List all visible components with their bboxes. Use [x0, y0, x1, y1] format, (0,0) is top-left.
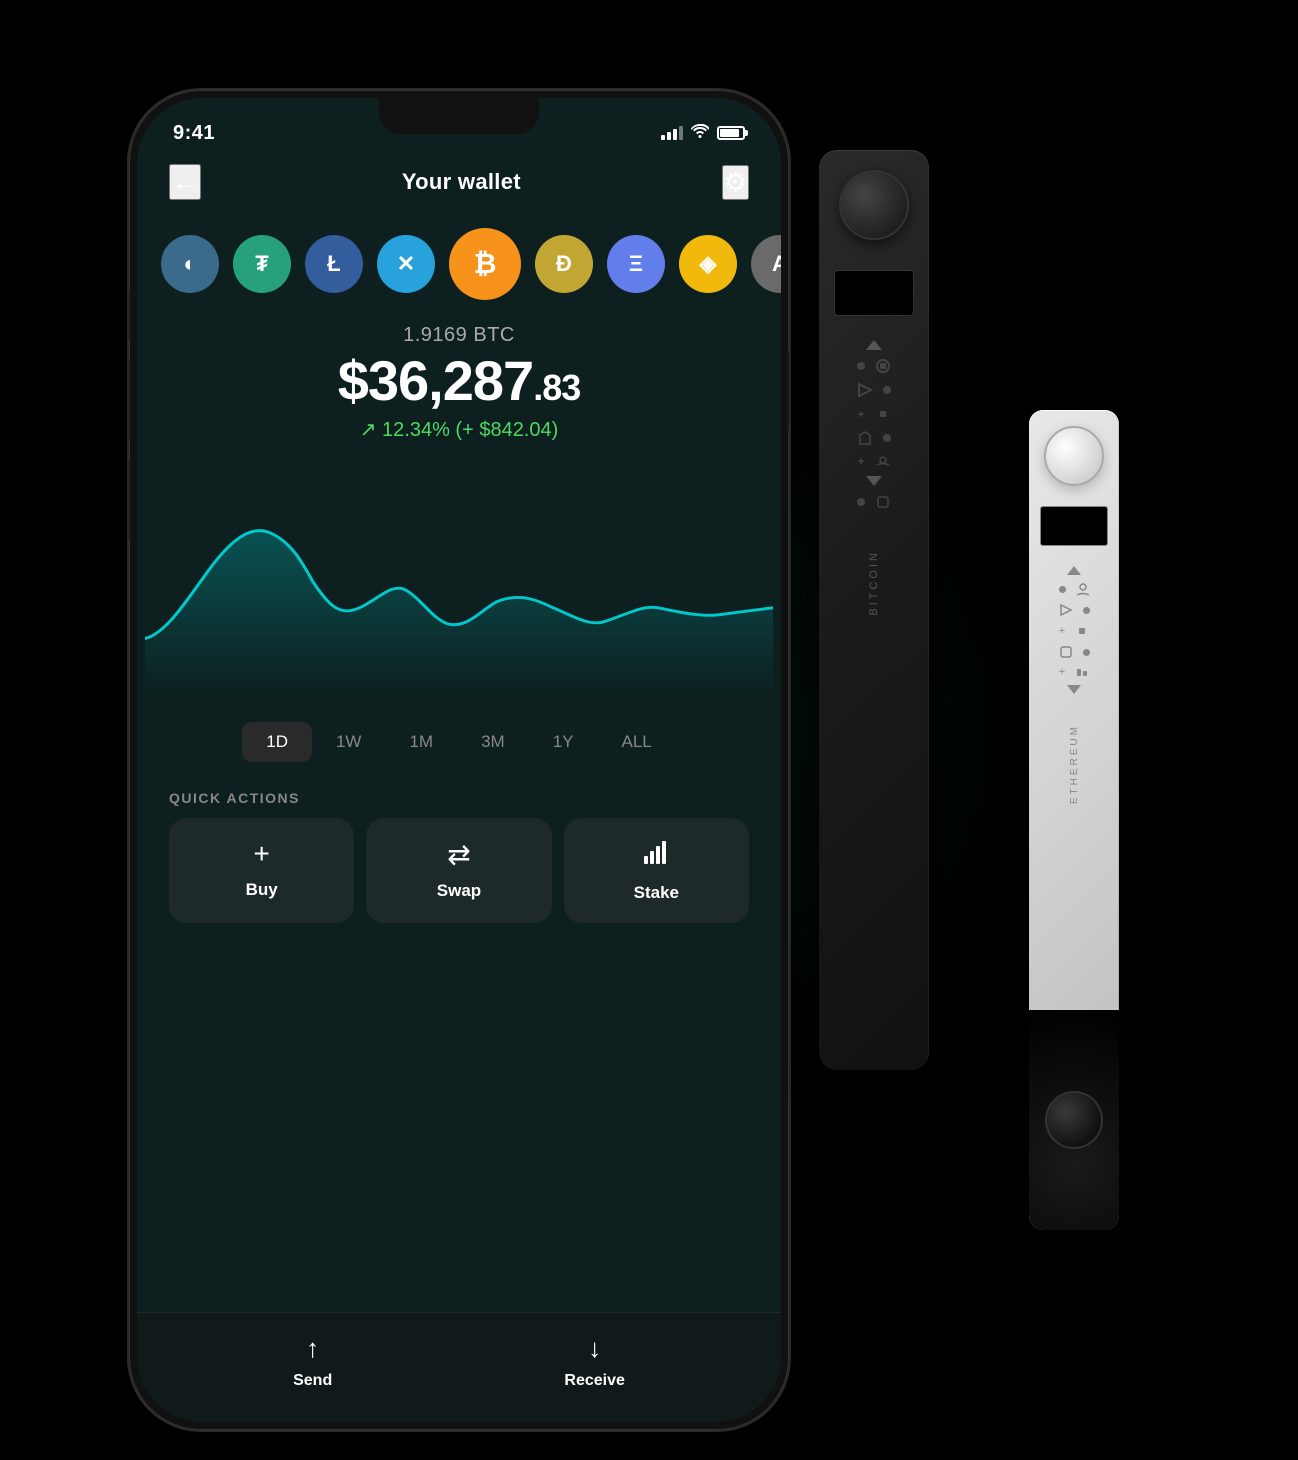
time-period-all[interactable]: ALL	[598, 722, 676, 762]
signal-icon	[661, 126, 683, 140]
swap-icon: ⇄	[447, 838, 470, 871]
coin-algo[interactable]: A	[751, 235, 781, 293]
coin-partial[interactable]: ◐	[161, 235, 219, 293]
coin-carousel[interactable]: ◐ ₮ Ł ✕ ₿ Ð Ξ ◈ A	[137, 212, 781, 316]
status-time: 9:41	[173, 122, 215, 145]
page-title: Your wallet	[402, 169, 521, 195]
hw-white-controls: + +	[1059, 566, 1090, 694]
quick-actions-label: QUICK ACTIONS	[137, 778, 781, 818]
receive-label: Receive	[564, 1372, 625, 1390]
usd-main: $36,287	[338, 349, 533, 412]
price-section: 1.9169 BTC $36,287.83 ↗ 12.34% (+ $842.0…	[137, 316, 781, 446]
phone-power-button	[787, 350, 789, 430]
hw-black-screen	[834, 270, 914, 316]
app-header: ← Your wallet ⚙	[137, 152, 781, 212]
coin-eth[interactable]: Ξ	[607, 235, 665, 293]
hardware-wallet-white: + +	[1029, 410, 1119, 1230]
buy-label: Buy	[246, 880, 278, 900]
receive-button[interactable]: ↓ Receive	[564, 1333, 625, 1390]
time-period-1y[interactable]: 1Y	[529, 722, 598, 762]
coin-bnb[interactable]: ◈	[679, 235, 737, 293]
phone-notch	[379, 98, 539, 134]
hw-white-thumb	[1044, 426, 1104, 486]
wifi-icon	[691, 124, 709, 143]
usd-price: $36,287.83	[169, 353, 749, 409]
settings-button[interactable]: ⚙	[722, 165, 749, 200]
scene: 9:41 ← Your	[99, 30, 1199, 1430]
action-buttons: + Buy ⇄ Swap Sta	[137, 818, 781, 923]
coin-doge[interactable]: Ð	[535, 235, 593, 293]
phone-silent-button	[129, 290, 131, 340]
send-icon: ↑	[306, 1333, 319, 1364]
time-period-1d[interactable]: 1D	[242, 722, 312, 762]
bottom-bar: ↑ Send ↓ Receive	[137, 1312, 781, 1422]
back-button[interactable]: ←	[169, 164, 201, 200]
battery-icon	[717, 126, 745, 140]
hw-white-screen	[1040, 506, 1108, 546]
buy-button[interactable]: + Buy	[169, 818, 354, 923]
buy-icon: +	[253, 838, 269, 870]
hardware-wallet-black: + +	[819, 150, 929, 1070]
coin-xrp[interactable]: ✕	[377, 235, 435, 293]
usd-cents: .83	[533, 367, 580, 408]
send-label: Send	[293, 1372, 332, 1390]
hw-black-controls: + +	[857, 340, 891, 510]
stake-label: Stake	[634, 883, 679, 903]
time-period-3m[interactable]: 3M	[457, 722, 529, 762]
coin-usdt[interactable]: ₮	[233, 235, 291, 293]
swap-button[interactable]: ⇄ Swap	[366, 818, 551, 923]
status-icons	[661, 124, 745, 143]
time-period-selector: 1D 1W 1M 3M 1Y ALL	[137, 706, 781, 778]
hw-white-label: Ethereum	[1069, 724, 1080, 804]
time-period-1m[interactable]: 1M	[385, 722, 457, 762]
coin-btc[interactable]: ₿	[449, 228, 521, 300]
hw-black-label: Bitcoin	[868, 550, 880, 616]
btc-amount: 1.9169 BTC	[169, 324, 749, 347]
price-change: ↗ 12.34% (+ $842.04)	[169, 417, 749, 442]
hw-black-thumb	[839, 170, 909, 240]
receive-icon: ↓	[588, 1333, 601, 1364]
swap-label: Swap	[437, 881, 481, 901]
time-period-1w[interactable]: 1W	[312, 722, 386, 762]
phone-device: 9:41 ← Your	[129, 90, 789, 1430]
stake-icon	[642, 838, 670, 873]
hw-white-connector	[1045, 1091, 1103, 1149]
send-button[interactable]: ↑ Send	[293, 1333, 332, 1390]
phone-volume-down-button	[129, 460, 131, 540]
phone-volume-up-button	[129, 360, 131, 440]
stake-button[interactable]: Stake	[564, 818, 749, 923]
coin-ltc[interactable]: Ł	[305, 235, 363, 293]
price-chart	[137, 446, 781, 706]
phone-screen: 9:41 ← Your	[137, 98, 781, 1422]
hw-white-bottom	[1029, 1010, 1119, 1230]
